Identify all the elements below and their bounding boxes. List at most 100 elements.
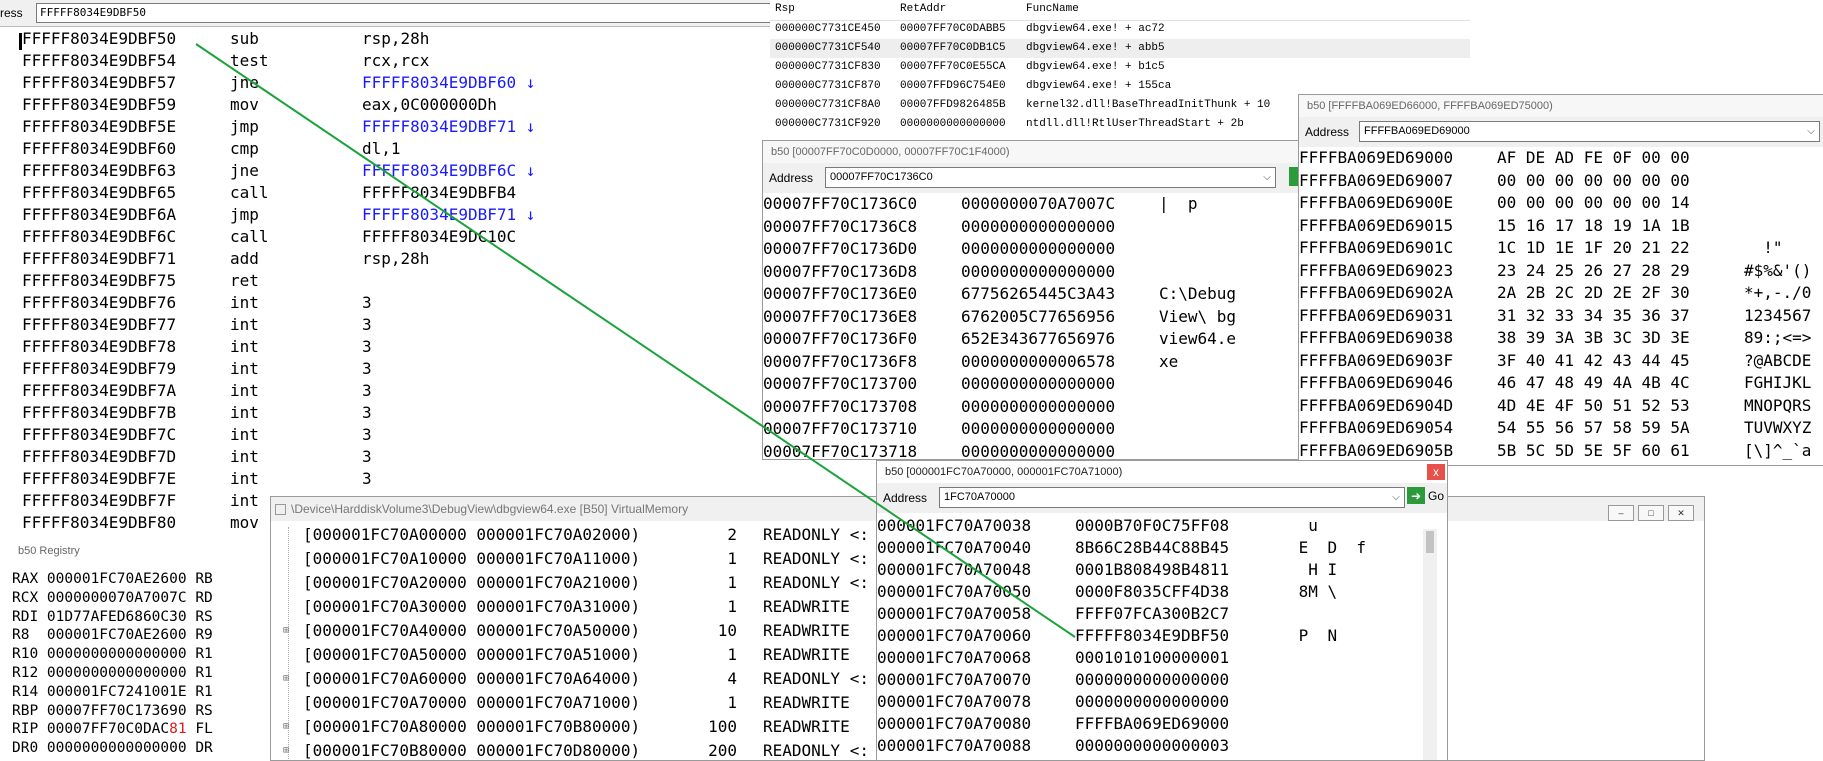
memory-row[interactable]: 000001FC70A70060 FFFFF8034E9DBF50 P N [877,625,1447,647]
disasm-address-input[interactable]: FFFFF8034E9DBF50 [36,3,771,23]
chevron-down-icon[interactable]: ⌵ [1803,122,1819,141]
memory-row[interactable]: FFFFBA069ED69000 AF DE AD FE 0F 00 00 [1299,147,1823,170]
call-stack-row[interactable]: 000000C7731CF540 00007FF70C0DB1C5 dbgview6… [770,39,1470,58]
disasm-row[interactable]: FFFFF8034E9DBF5E jmp FFFFF8034E9DBF71 ↓ [0,116,770,138]
disasm-row[interactable]: FFFFF8034E9DBF65 call FFFFF8034E9DBFB4 [0,182,770,204]
memory-row[interactable]: FFFFBA069ED6901C 1C 1D 1E 1F 20 21 22 !" [1299,237,1823,260]
memory-row[interactable]: FFFFBA069ED69054 54 55 56 57 58 59 5A TUVW… [1299,417,1823,440]
disasm-row[interactable]: FFFFF8034E9DBF57 jne FFFFF8034E9DBF60 ↓ [0,72,770,94]
disasm-row[interactable]: FFFFF8034E9DBF50 sub rsp,28h [0,28,770,50]
disassembly-view[interactable]: FFFFF8034E9DBF50 sub rsp,28h FFFFF8034E9DBF… [0,28,770,538]
memory-row[interactable]: 00007FF70C1736E8 6762005C77656956 View\ bg [763,306,1303,329]
memory-row[interactable]: 000001FC70A70070 0000000000000000 [877,669,1447,691]
go-label: Go [1428,489,1445,503]
branch-target-link[interactable]: FFFFF8034E9DBF6C ↓ [362,160,535,182]
memory-row[interactable]: 00007FF70C1736D0 0000000000000000 [763,238,1303,261]
disasm-row[interactable]: FFFFF8034E9DBF76 int 3 [0,292,770,314]
close-icon[interactable]: x [1427,464,1445,480]
instruction-mnemonic: sub [230,29,259,48]
disasm-row[interactable]: FFFFF8034E9DBF6C call FFFFF8034E9DC10C [0,226,770,248]
disasm-row[interactable]: FFFFF8034E9DBF63 jne FFFFF8034E9DBF6C ↓ [0,160,770,182]
memory-row[interactable]: 00007FF70C1736D8 0000000000000000 [763,261,1303,284]
memory-row[interactable]: 00007FF70C1736F8 0000000000006578 xe [763,351,1303,374]
memory-row[interactable]: FFFFBA069ED6904D 4D 4E 4F 50 51 52 53 MNOP… [1299,395,1823,418]
expand-icon[interactable]: ⊞ [283,739,289,760]
minimize-icon[interactable]: – [1608,505,1634,521]
disasm-row[interactable]: FFFFF8034E9DBF71 add rsp,28h [0,248,770,270]
memory-row[interactable]: 000001FC70A70040 8B66C28B44C88B45 E D f [877,537,1447,559]
memory-rows[interactable]: 000001FC70A70038 0000B70F0C75FF08 u 000001… [877,515,1447,757]
ascii-cell: view64.e [1159,329,1237,348]
arrow-right-icon: ➜ [1407,487,1425,504]
memory-row[interactable]: 00007FF70C1736F0 652E343677656976 view64.e [763,328,1303,351]
memory-row[interactable]: 000001FC70A70088 0000000000000003 [877,735,1447,757]
memory-row[interactable]: FFFFBA069ED69007 00 00 00 00 00 00 00 [1299,170,1823,193]
memory-row[interactable]: FFFFBA069ED69031 31 32 33 34 35 36 37 1234… [1299,305,1823,328]
memory-row[interactable]: 000001FC70A70080 FFFFBA069ED69000 [877,713,1447,735]
header-rsp[interactable]: Rsp [775,3,795,15]
memory-row[interactable]: FFFFBA069ED6902A 2A 2B 2C 2D 2E 2F 30 *+,-… [1299,282,1823,305]
address-combobox[interactable]: 00007FF70C1736C0 ⌵ [825,167,1276,188]
close-icon[interactable]: ✕ [1668,505,1694,521]
memory-row[interactable]: FFFFBA069ED69015 15 16 17 18 19 1A 1B [1299,215,1823,238]
region-range: [000001FC70A50000 000001FC70A51000) [303,645,641,664]
chevron-down-icon[interactable]: ⌵ [1388,488,1404,507]
memory-row[interactable]: FFFFBA069ED6903F 3F 40 41 42 43 44 45 ?@AB… [1299,350,1823,373]
memory-row[interactable]: 000001FC70A70068 0001010100000001 [877,647,1447,669]
memory-row[interactable]: 00007FF70C1736E0 67756265445C3A43 C:\Debug [763,283,1303,306]
memory-row[interactable]: 00007FF70C173718 0000000000000000 [763,441,1303,460]
disasm-row[interactable]: FFFFF8034E9DBF54 test rcx,rcx [0,50,770,72]
disasm-row[interactable]: FFFFF8034E9DBF79 int 3 [0,358,770,380]
disasm-row[interactable]: FFFFF8034E9DBF78 int 3 [0,336,770,358]
address-combobox[interactable]: FFFFBA069ED69000 ⌵ [1359,121,1820,142]
memory-row[interactable]: FFFFBA069ED69038 38 39 3A 3B 3C 3D 3E 89:;… [1299,327,1823,350]
memory-rows[interactable]: FFFFBA069ED69000 AF DE AD FE 0F 00 00 FFFF… [1299,147,1823,462]
register-text: RCX 0000000070A7007C RD [12,589,213,606]
address-cell: FFFFBA069ED6901C [1299,238,1454,257]
memory-row[interactable]: FFFFBA069ED69023 23 24 25 26 27 28 29 #$%&… [1299,260,1823,283]
chevron-down-icon[interactable]: ⌵ [1259,168,1275,187]
disasm-row[interactable]: FFFFF8034E9DBF7D int 3 [0,446,770,468]
branch-target-link[interactable]: FFFFF8034E9DBF71 ↓ [362,204,535,226]
disasm-row[interactable]: FFFFF8034E9DBF59 mov eax,0C000000Dh [0,94,770,116]
maximize-icon[interactable]: □ [1638,505,1664,521]
memory-row[interactable]: 000001FC70A70038 0000B70F0C75FF08 u [877,515,1447,537]
disasm-row[interactable]: FFFFF8034E9DBF75 ret [0,270,770,292]
branch-target-link[interactable]: FFFFF8034E9DBF71 ↓ [362,116,535,138]
disasm-row[interactable]: FFFFF8034E9DBF7E int 3 [0,468,770,490]
disasm-row[interactable]: FFFFF8034E9DBF7B int 3 [0,402,770,424]
address-combobox[interactable]: 1FC70A70000 ⌵ [939,487,1405,508]
instruction-address: FFFFF8034E9DBF57 [22,73,177,92]
memory-row[interactable]: FFFFBA069ED6905B 5B 5C 5D 5E 5F 60 61 [\]^… [1299,440,1823,463]
header-funcname[interactable]: FuncName [1026,3,1079,15]
memory-row[interactable]: 000001FC70A70058 FFFF07FCA300B2C7 [877,603,1447,625]
disasm-row[interactable]: FFFFF8034E9DBF60 cmp dl,1 [0,138,770,160]
address-cell: 00007FF70C173708 [763,396,918,416]
header-retaddr[interactable]: RetAddr [900,3,946,15]
call-stack-row[interactable]: 000000C7731CF830 00007FF70C0E55CA dbgview6… [770,58,1470,77]
scrollbar-thumb[interactable] [1426,531,1434,553]
page-count: 10 [717,621,737,640]
disasm-row[interactable]: FFFFF8034E9DBF6A jmp FFFFF8034E9DBF71 ↓ [0,204,770,226]
memory-row[interactable]: 00007FF70C173710 0000000000000000 [763,418,1303,441]
go-button[interactable]: ➜ Go [1407,487,1444,506]
memory-row[interactable]: FFFFBA069ED69046 46 47 48 49 4A 4B 4C FGHI… [1299,372,1823,395]
memory-row[interactable]: 00007FF70C1736C0 0000000070A7007C | p [763,193,1303,216]
memory-row[interactable]: 00007FF70C173708 0000000000000000 [763,396,1303,419]
memory-row[interactable]: 000001FC70A70048 0001B808498B4811 H I [877,559,1447,581]
memory-row[interactable]: 000001FC70A70078 0000000000000000 [877,691,1447,713]
disasm-row[interactable]: FFFFF8034E9DBF77 int 3 [0,314,770,336]
branch-target-link[interactable]: FFFFF8034E9DBF60 ↓ [362,72,535,94]
expand-icon[interactable]: ⊞ [283,619,289,643]
expand-icon[interactable]: ⊞ [283,715,289,739]
disasm-row[interactable]: FFFFF8034E9DBF7A int 3 [0,380,770,402]
expand-icon[interactable]: ⊞ [283,667,289,691]
vertical-scrollbar[interactable] [1423,529,1437,760]
memory-rows[interactable]: 00007FF70C1736C0 0000000070A7007C | p 00007… [763,193,1303,460]
memory-row[interactable]: 000001FC70A70050 0000F8035CFF4D38 8M \ [877,581,1447,603]
memory-row[interactable]: 00007FF70C173700 0000000000000000 [763,373,1303,396]
call-stack-row[interactable]: 000000C7731CE450 00007FF70C0DABB5 dbgview6… [770,20,1470,39]
disasm-row[interactable]: FFFFF8034E9DBF7C int 3 [0,424,770,446]
memory-row[interactable]: 00007FF70C1736C8 0000000000000000 [763,216,1303,239]
memory-row[interactable]: FFFFBA069ED6900E 00 00 00 00 00 00 14 [1299,192,1823,215]
